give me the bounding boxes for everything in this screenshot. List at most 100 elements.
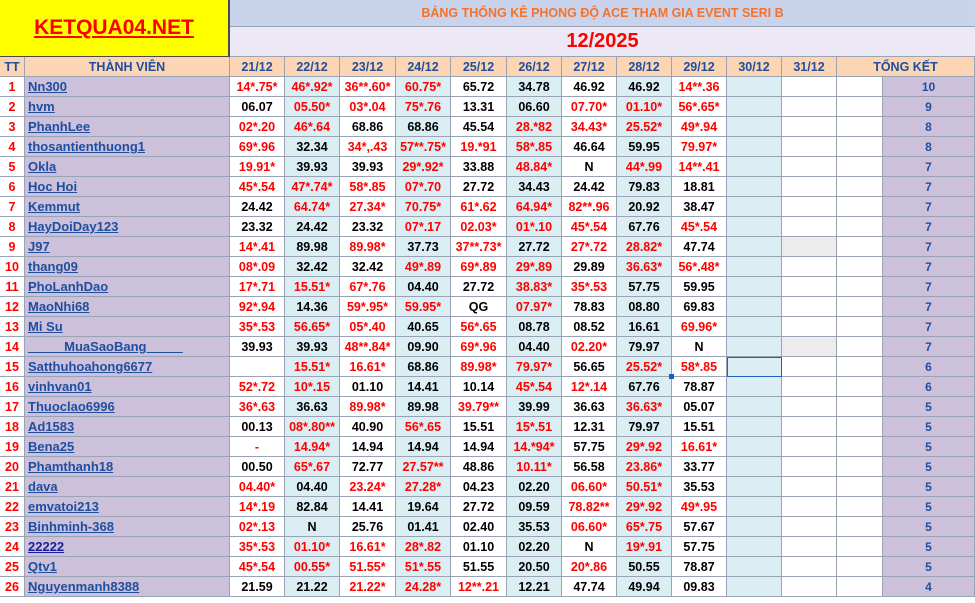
score-cell[interactable]: 36.63* [617, 397, 672, 417]
score-cell[interactable]: 36*.63 [230, 397, 285, 417]
score-cell[interactable]: 14.41 [340, 497, 396, 517]
header-date[interactable]: 23/12 [340, 57, 396, 77]
total-cell[interactable]: 7 [883, 157, 975, 177]
score-cell[interactable]: 21.22* [340, 577, 396, 597]
empty-cell[interactable] [782, 537, 837, 557]
score-cell[interactable]: 61*.62 [451, 197, 507, 217]
score-cell[interactable]: 08*.09 [230, 257, 285, 277]
empty-cell[interactable] [837, 517, 883, 537]
empty-cell[interactable] [837, 357, 883, 377]
score-cell[interactable]: 00.55* [285, 557, 340, 577]
member-name-link[interactable]: thang09 [25, 257, 230, 277]
score-cell[interactable]: 14*.19 [230, 497, 285, 517]
score-cell[interactable]: 34*,.43 [340, 137, 396, 157]
score-cell[interactable]: 12**.21 [451, 577, 507, 597]
score-cell[interactable]: 29*.89 [507, 257, 562, 277]
score-cell[interactable]: 82.84 [285, 497, 340, 517]
score-cell[interactable]: 02.20 [507, 477, 562, 497]
member-name-link[interactable]: Ad1583 [25, 417, 230, 437]
empty-cell[interactable] [727, 517, 782, 537]
member-name-link[interactable]: Phamthanh18 [25, 457, 230, 477]
score-cell[interactable]: 48.84* [507, 157, 562, 177]
header-date[interactable]: 27/12 [562, 57, 617, 77]
score-cell[interactable]: 69*.89 [451, 257, 507, 277]
empty-cell[interactable] [782, 157, 837, 177]
total-cell[interactable]: 7 [883, 257, 975, 277]
score-cell[interactable]: 27.57** [396, 457, 451, 477]
score-cell[interactable]: 40.65 [396, 317, 451, 337]
empty-cell[interactable] [727, 377, 782, 397]
empty-cell[interactable] [782, 377, 837, 397]
empty-cell[interactable] [837, 457, 883, 477]
row-number[interactable]: 17 [0, 397, 25, 417]
score-cell[interactable]: 24.42 [285, 217, 340, 237]
score-cell[interactable]: 02.20* [562, 337, 617, 357]
score-cell[interactable]: 06.60 [507, 97, 562, 117]
total-cell[interactable]: 7 [883, 217, 975, 237]
score-cell[interactable]: 56.58 [562, 457, 617, 477]
empty-cell[interactable] [727, 137, 782, 157]
score-cell[interactable]: 35*.53 [230, 317, 285, 337]
score-cell[interactable]: 02.40 [451, 517, 507, 537]
empty-cell[interactable] [837, 157, 883, 177]
score-cell[interactable]: 04.40* [230, 477, 285, 497]
score-cell[interactable]: 19*.91 [617, 537, 672, 557]
score-cell[interactable]: 12.21 [507, 577, 562, 597]
total-cell[interactable]: 8 [883, 117, 975, 137]
empty-cell[interactable] [837, 177, 883, 197]
score-cell[interactable]: 32.42 [285, 257, 340, 277]
member-name-link[interactable]: Nn300 [25, 77, 230, 97]
empty-cell[interactable] [782, 237, 837, 257]
row-number[interactable]: 11 [0, 277, 25, 297]
score-cell[interactable]: 04.40 [285, 477, 340, 497]
score-cell[interactable]: 15.51* [285, 357, 340, 377]
member-name-link[interactable]: J97 [25, 237, 230, 257]
score-cell[interactable]: 00.13 [230, 417, 285, 437]
empty-cell[interactable] [837, 97, 883, 117]
total-cell[interactable]: 7 [883, 197, 975, 217]
score-cell[interactable]: 29*.92 [617, 437, 672, 457]
score-cell[interactable]: 29*.92 [617, 497, 672, 517]
score-cell[interactable]: 59*.95* [340, 297, 396, 317]
score-cell[interactable]: 79.83 [617, 177, 672, 197]
empty-cell[interactable] [727, 457, 782, 477]
score-cell[interactable]: 24.42 [230, 197, 285, 217]
score-cell[interactable]: 78.87 [672, 557, 727, 577]
score-cell[interactable]: 28.82* [617, 237, 672, 257]
score-cell[interactable]: 25.52* [617, 357, 672, 377]
score-cell[interactable]: 78.87 [672, 377, 727, 397]
site-logo[interactable]: KETQUA04.NET [0, 0, 230, 57]
score-cell[interactable]: 23.32 [340, 217, 396, 237]
score-cell[interactable]: 45*.54 [672, 217, 727, 237]
score-cell[interactable]: 89.98* [340, 237, 396, 257]
score-cell[interactable]: 45*.54 [230, 557, 285, 577]
empty-cell[interactable] [727, 417, 782, 437]
score-cell[interactable]: 01*.10 [507, 217, 562, 237]
empty-cell[interactable] [727, 277, 782, 297]
score-cell[interactable]: 45*.54 [562, 217, 617, 237]
score-cell[interactable]: 25.52* [617, 117, 672, 137]
header-date[interactable]: 26/12 [507, 57, 562, 77]
score-cell[interactable]: 52*.72 [230, 377, 285, 397]
score-cell[interactable]: N [672, 337, 727, 357]
score-cell[interactable] [230, 357, 285, 377]
row-number[interactable]: 22 [0, 497, 25, 517]
score-cell[interactable]: 02.20 [507, 537, 562, 557]
score-cell[interactable]: 79.97* [672, 137, 727, 157]
score-cell[interactable]: 69.83 [672, 297, 727, 317]
empty-cell[interactable] [837, 117, 883, 137]
score-cell[interactable]: 23.32 [230, 217, 285, 237]
score-cell[interactable]: 39.93 [230, 337, 285, 357]
score-cell[interactable]: - [230, 437, 285, 457]
row-number[interactable]: 3 [0, 117, 25, 137]
row-number[interactable]: 10 [0, 257, 25, 277]
score-cell[interactable]: 58*.85 [507, 137, 562, 157]
score-cell[interactable]: 14.41 [396, 377, 451, 397]
score-cell[interactable]: 20.50 [507, 557, 562, 577]
score-cell[interactable]: 01.10* [617, 97, 672, 117]
score-cell[interactable]: 51*.55 [396, 557, 451, 577]
score-cell[interactable]: N [562, 537, 617, 557]
empty-cell[interactable] [837, 137, 883, 157]
row-number[interactable]: 12 [0, 297, 25, 317]
score-cell[interactable]: 39.93 [340, 157, 396, 177]
